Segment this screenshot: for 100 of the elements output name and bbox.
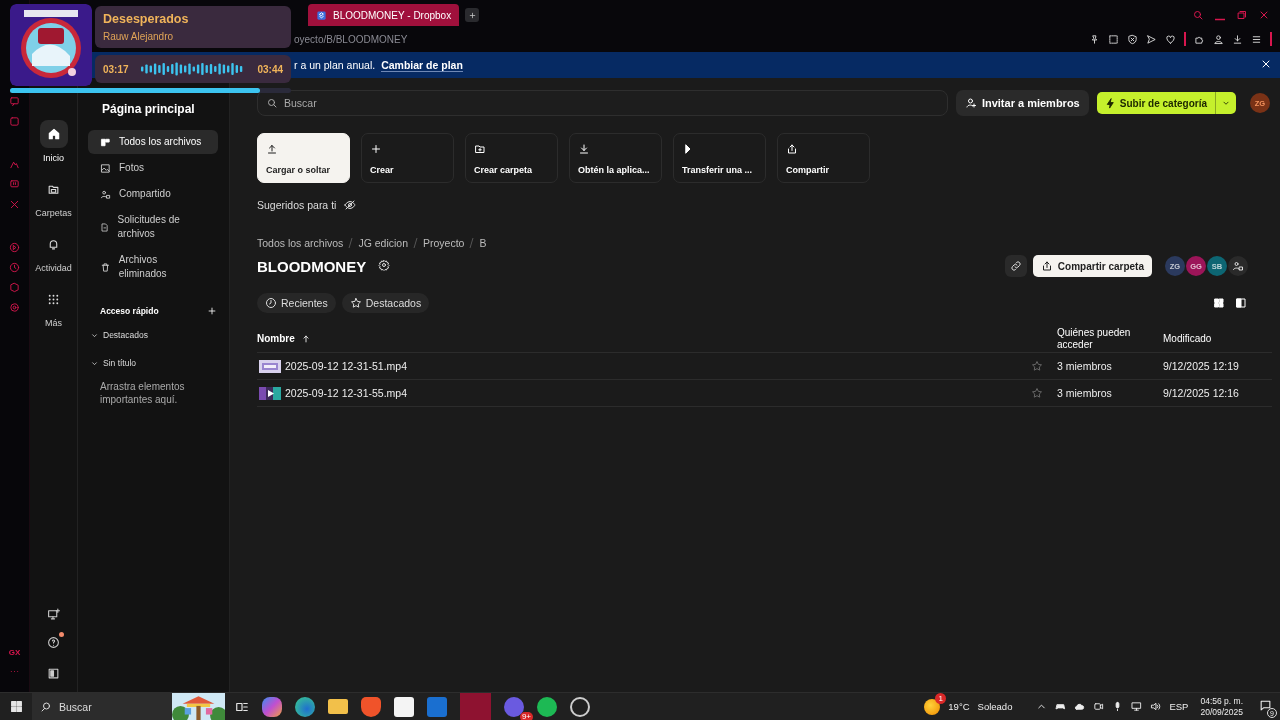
action-card[interactable]: Obtén la aplica...	[569, 133, 662, 183]
page-title: Página principal	[102, 102, 196, 116]
elapsed-time: 03:17	[103, 63, 129, 75]
help-icon	[47, 636, 60, 649]
action-card[interactable]: Compartir	[777, 133, 870, 183]
temperature: 19°C	[948, 701, 970, 712]
address-bar[interactable]: oyecto/B/BLOODMONEY	[294, 33, 408, 45]
filter-chip[interactable]: Destacados	[341, 293, 430, 313]
chat-bubble-icon	[9, 96, 20, 107]
duration: 03:44	[257, 63, 283, 75]
close-icon	[1260, 58, 1272, 70]
drop-hint: Arrastra elementos importantes aquí.	[100, 380, 186, 406]
plus-icon	[467, 10, 477, 20]
search-icon	[40, 700, 52, 713]
weather-condition: Soleado	[977, 701, 1013, 712]
sidebar-item[interactable]: Solicitudes de archivos	[88, 208, 218, 246]
panel-icon	[47, 667, 60, 680]
column-header[interactable]: Nombre	[257, 332, 1031, 345]
manage-members-button[interactable]	[1228, 256, 1248, 276]
camera-icon	[1093, 701, 1105, 712]
user-icon	[1213, 33, 1224, 45]
breadcrumb-link[interactable]: B	[479, 237, 487, 249]
weather-icon[interactable]	[924, 698, 941, 715]
x-icon	[9, 199, 20, 210]
nav-rail-item[interactable]: Carpetas	[35, 175, 72, 218]
sidebar-item[interactable]: Fotos	[88, 156, 218, 180]
input-language[interactable]: ESP	[1169, 701, 1189, 712]
action-card[interactable]: Crear	[361, 133, 454, 183]
cube-icon	[9, 282, 20, 293]
table-cell-text: 9/12/2025 12:19	[1163, 360, 1240, 372]
send-icon	[1146, 33, 1157, 45]
section-title: Acceso rápido	[100, 306, 159, 316]
pin-icon	[1089, 33, 1100, 45]
share-folder-button[interactable]: Compartir carpeta	[1032, 255, 1152, 277]
nav-rail-item[interactable]: Más	[39, 285, 68, 328]
upgrade-dropdown[interactable]	[1216, 92, 1236, 114]
heart-icon	[1165, 33, 1176, 45]
folder-plus-icon	[474, 143, 486, 155]
upgrade-button[interactable]: Subir de categoría	[1096, 92, 1216, 114]
table-cell-text: 3 miembros	[1057, 360, 1113, 372]
nav-rail-item[interactable]: Actividad	[35, 230, 72, 273]
column-header[interactable]: Quiénes pueden acceder	[1057, 326, 1163, 351]
search-icon	[266, 97, 278, 109]
browser-tab[interactable]: BLOODMONEY - Dropbox	[308, 4, 460, 26]
trash-icon	[100, 261, 111, 273]
copy-link-button[interactable]	[1004, 255, 1027, 277]
breadcrumb-link[interactable]: JG edicion	[358, 237, 408, 249]
clock-time: 04:56 p. m.	[1200, 695, 1243, 707]
sidebar-item[interactable]: Todos los archivos	[88, 130, 218, 154]
volume-icon	[1150, 701, 1162, 712]
square-icon	[9, 116, 20, 127]
share-icon	[1040, 260, 1053, 272]
network-icon	[1131, 701, 1143, 712]
suggested-heading: Sugeridos para ti	[257, 199, 337, 211]
action-card[interactable]: Transferir una ...	[673, 133, 766, 183]
filter-chip[interactable]: Recientes	[257, 293, 336, 313]
sidebar-item[interactable]: Archivos eliminados	[88, 248, 218, 286]
share-icon	[786, 143, 798, 155]
banner-text: r a un plan anual.	[294, 59, 376, 71]
action-card[interactable]: Cargar o soltar	[257, 133, 350, 183]
collapsible-section[interactable]: Destacados	[90, 330, 219, 340]
controller-icon	[1055, 701, 1067, 712]
breadcrumb-link[interactable]: Proyecto	[423, 237, 465, 249]
clock-icon	[9, 262, 20, 273]
sidebar-item[interactable]: Compartido	[88, 182, 218, 206]
taskbar-search-field[interactable]: Buscar	[32, 692, 172, 720]
column-header[interactable]: Modificado	[1163, 332, 1272, 345]
screen-add-icon	[47, 608, 60, 621]
upload-icon	[266, 143, 278, 155]
new-tab-button[interactable]	[465, 8, 480, 22]
file-name[interactable]: 2025-09-12 12-31-55.mp4	[285, 387, 407, 399]
action-card[interactable]: Crear carpeta	[465, 133, 558, 183]
cloud-icon	[1074, 701, 1086, 712]
breadcrumb-link[interactable]: Todos los archivos	[257, 237, 344, 249]
box-icon	[316, 9, 327, 21]
screen-icon	[9, 179, 20, 190]
weather-badge: 1	[935, 692, 947, 704]
star-icon[interactable]	[1031, 360, 1043, 372]
grid-dots-icon	[47, 292, 60, 306]
eye-off-icon	[344, 199, 357, 211]
gx-label: GX	[8, 648, 21, 657]
minimize-icon[interactable]	[1214, 18, 1226, 21]
side-panel-icon	[1235, 297, 1247, 309]
image-icon	[100, 162, 111, 174]
search-icon	[1192, 9, 1204, 21]
collapsible-section[interactable]: Sin título	[90, 358, 219, 368]
folder-title: BLOODMONEY	[257, 257, 367, 275]
lightning-icon	[1104, 97, 1116, 109]
gear-icon	[9, 302, 20, 313]
download-icon	[1232, 33, 1243, 45]
search-field[interactable]: Buscar	[257, 90, 948, 116]
link-icon	[1009, 260, 1022, 272]
star-icon[interactable]	[1031, 387, 1043, 399]
change-plan-link[interactable]: Cambiar de plan	[381, 58, 463, 72]
invite-members-button[interactable]: Invitar a miembros	[955, 90, 1089, 116]
file-name[interactable]: 2025-09-12 12-31-51.mp4	[285, 360, 407, 372]
song-artist: Rauw Alejandro	[103, 31, 175, 42]
progress-bar[interactable]	[10, 88, 291, 93]
clock-icon	[265, 297, 277, 309]
breadcrumb-separator-icon	[348, 238, 354, 248]
